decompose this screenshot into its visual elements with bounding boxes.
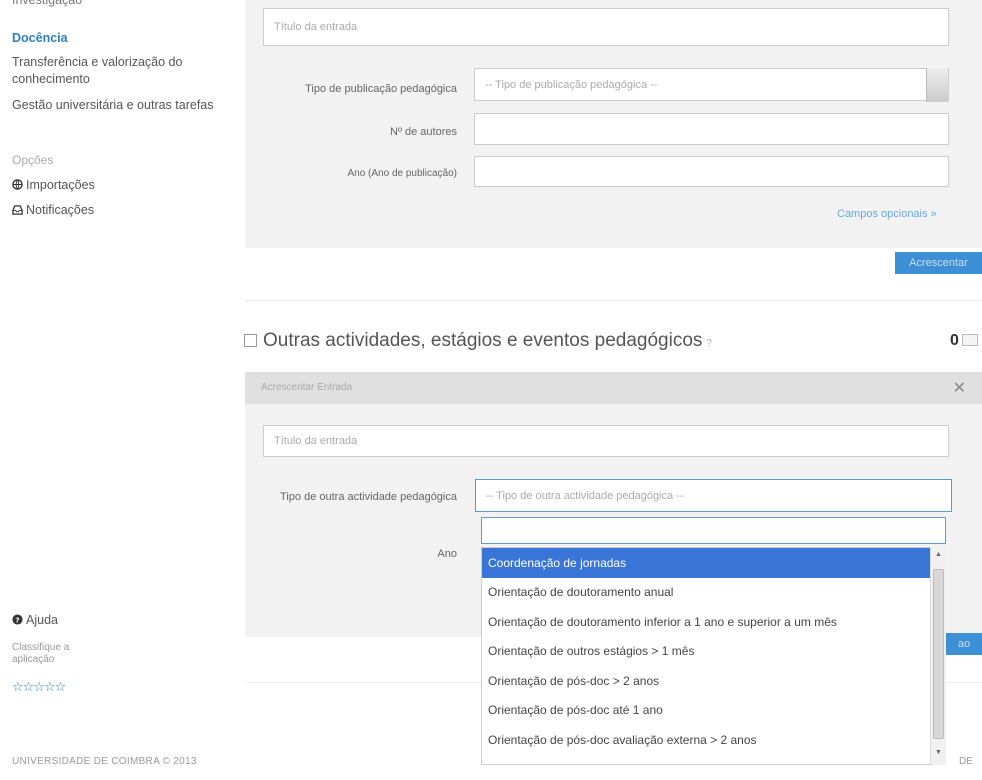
title-input[interactable]: Título da entrada <box>263 8 949 46</box>
tipo-atividade-select[interactable]: -- Tipo de outra actividade pedagógica -… <box>475 479 952 512</box>
sidebar-item-gestao[interactable]: Gestão universitária e outras tarefas <box>12 97 217 114</box>
section-checkbox[interactable] <box>244 334 257 347</box>
dropdown-option[interactable]: Orientação de pós-doc > 2 anos <box>482 666 945 696</box>
dropdown-option[interactable]: Orientação de doutoramento anual <box>482 578 945 608</box>
ano-input[interactable] <box>474 156 949 187</box>
info-icon[interactable]: ? <box>706 338 712 349</box>
sidebar-options-heading: Opções <box>12 153 54 167</box>
dropdown-option[interactable]: Orientação de doutoramento inferior a 1 … <box>482 607 945 637</box>
select-toggle[interactable] <box>926 68 948 102</box>
sidebar-item-investigacao[interactable]: Investigação <box>12 0 82 9</box>
tipo-publicacao-select[interactable]: -- Tipo de publicação pedagógica -- <box>474 68 949 102</box>
sidebar-item-label: Ajuda <box>26 613 58 627</box>
tipo-publicacao-label: Tipo de publicação pedagógica <box>305 83 457 95</box>
section-title: Outras actividades, estágios e eventos p… <box>244 330 712 352</box>
footer-right-text: DE <box>959 756 973 767</box>
dropdown-option[interactable]: Coordenação de jornadas <box>482 548 945 578</box>
tipo-atividade-value: -- Tipo de outra actividade pedagógica -… <box>486 489 684 502</box>
inbox-icon <box>12 205 23 215</box>
sidebar: Investigação Docência Transferência e va… <box>0 0 230 780</box>
add-button[interactable]: Acrescentar <box>895 252 982 274</box>
entry-count: 0 <box>950 332 959 349</box>
scroll-down-icon[interactable]: ▼ <box>935 749 942 756</box>
title-input[interactable]: Título da entrada <box>263 425 949 457</box>
panel-header-title: Acrescentar Entrada <box>261 382 353 393</box>
image-icon[interactable] <box>962 334 978 346</box>
footer-copyright: UNIVERSIDADE DE COIMBRA © 2013 <box>12 756 197 767</box>
sidebar-item-ajuda[interactable]: ? Ajuda <box>12 612 58 629</box>
sidebar-item-docencia[interactable]: Docência <box>12 30 68 47</box>
section-title-text: Outras actividades, estágios e eventos p… <box>263 330 703 351</box>
help-icon: ? <box>12 614 23 625</box>
ano-label: Ano (Ano de publicação) <box>347 168 457 179</box>
svg-text:?: ? <box>15 615 19 624</box>
dropdown-scrollbar[interactable]: ▲ ▼ <box>930 547 946 765</box>
dropdown-list: Coordenação de jornadas Orientação de do… <box>481 547 946 765</box>
close-icon[interactable]: ✕ <box>953 378 966 398</box>
optional-fields-link[interactable]: Campos opcionais » <box>837 208 937 220</box>
sidebar-item-label: Notificações <box>26 203 95 217</box>
autores-label: Nº de autores <box>390 126 457 138</box>
panel-header: Acrescentar Entrada ✕ <box>245 372 982 404</box>
sidebar-item-transferencia[interactable]: Transferência e valorização do conhecime… <box>12 54 217 88</box>
globe-icon <box>12 179 23 190</box>
rate-app-label: Classifique a aplicação <box>12 642 70 665</box>
sidebar-item-importacoes[interactable]: Importações <box>12 177 95 194</box>
tipo-atividade-label: Tipo de outra actividade pedagógica <box>280 491 457 503</box>
scroll-up-icon[interactable]: ▲ <box>935 551 942 558</box>
rating-stars[interactable]: ☆☆☆☆☆ <box>12 679 66 695</box>
tipo-publicacao-value: -- Tipo de publicação pedagógica -- <box>485 78 658 91</box>
divider <box>245 300 982 301</box>
ano-label: Ano <box>437 548 457 560</box>
dropdown-option[interactable]: Orientação de outros estágios > 1 mês <box>482 637 945 667</box>
scrollbar-thumb[interactable] <box>933 569 944 739</box>
add-entry-button[interactable]: ao <box>946 633 982 655</box>
sidebar-item-notificacoes[interactable]: Notificações <box>12 202 94 219</box>
dropdown-option[interactable]: Orientação de pós-doc até 1 ano <box>482 696 945 726</box>
dropdown-option[interactable]: Orientação de pós-doc avaliação externa … <box>482 725 945 755</box>
dropdown-option[interactable]: Orientação de pós-doc avaliação externa … <box>482 755 945 764</box>
publication-form-panel: Título da entrada Tipo de publicação ped… <box>245 0 982 248</box>
autores-input[interactable] <box>474 113 949 145</box>
dropdown-search-input[interactable] <box>481 517 946 544</box>
sidebar-item-label: Importações <box>26 178 95 192</box>
